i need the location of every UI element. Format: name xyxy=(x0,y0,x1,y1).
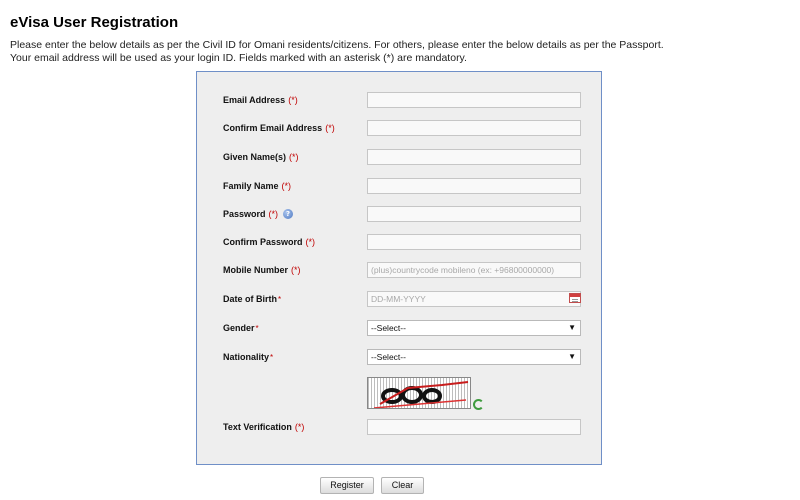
family-name-label: Family Name (*) xyxy=(223,181,291,191)
required-marker: (*) xyxy=(305,237,316,247)
dob-field[interactable] xyxy=(367,291,581,307)
password-row: Password (*) ? xyxy=(197,206,601,224)
intro-line-2: Your email address will be used as your … xyxy=(10,51,467,64)
required-marker: (*) xyxy=(288,95,298,105)
dropdown-arrow-icon: ▼ xyxy=(568,352,576,361)
registration-form: Email Address (*) Confirm Email Address (*… xyxy=(196,71,602,465)
given-name-label-text: Given Name(s) xyxy=(223,152,287,162)
mobile-field[interactable] xyxy=(367,262,581,278)
required-star: * xyxy=(270,352,274,362)
email-label-text: Email Address xyxy=(223,95,286,105)
confirm-email-field[interactable] xyxy=(367,120,581,136)
confirm-email-row: Confirm Email Address (*) xyxy=(197,120,601,138)
gender-selected-value: --Select-- xyxy=(371,323,406,333)
gender-select[interactable]: --Select-- ▼ xyxy=(367,320,581,336)
dropdown-arrow-icon: ▼ xyxy=(568,323,576,332)
nationality-label: Nationality * xyxy=(223,352,273,362)
intro-text: Please enter the below details as per th… xyxy=(10,39,664,64)
dob-label: Date of Birth * xyxy=(223,294,281,304)
captcha-image xyxy=(367,377,471,409)
given-name-row: Given Name(s) (*) xyxy=(197,149,601,167)
page-title: eVisa User Registration xyxy=(10,14,179,31)
text-verification-field[interactable] xyxy=(367,419,581,435)
dob-label-text: Date of Birth xyxy=(223,294,277,304)
required-marker: (*) xyxy=(294,422,305,432)
nationality-label-text: Nationality xyxy=(223,352,270,362)
family-name-row: Family Name (*) xyxy=(197,178,601,196)
password-label: Password (*) ? xyxy=(223,209,294,219)
refresh-captcha-icon[interactable] xyxy=(473,399,484,410)
required-star: * xyxy=(278,294,282,304)
family-name-field[interactable] xyxy=(367,178,581,194)
gender-label-text: Gender xyxy=(223,323,255,333)
confirm-password-label-text: Confirm Password xyxy=(223,237,303,247)
register-button[interactable]: Register xyxy=(320,477,374,494)
intro-line-1: Please enter the below details as per th… xyxy=(10,39,664,51)
text-verification-label-text: Text Verification xyxy=(223,422,292,432)
clear-button[interactable]: Clear xyxy=(381,477,424,494)
password-field[interactable] xyxy=(367,206,581,222)
captcha-glyphs xyxy=(373,381,469,408)
given-name-field[interactable] xyxy=(367,149,581,165)
dob-row: Date of Birth * xyxy=(197,291,601,309)
confirm-password-field[interactable] xyxy=(367,234,581,250)
mobile-row: Mobile Number (*) xyxy=(197,262,601,280)
calendar-icon[interactable] xyxy=(569,293,581,303)
text-verification-row: Text Verification (*) xyxy=(197,419,601,437)
mobile-label-text: Mobile Number xyxy=(223,265,289,275)
gender-label: Gender * xyxy=(223,323,259,333)
confirm-email-label: Confirm Email Address (*) xyxy=(223,123,335,133)
required-marker: (*) xyxy=(291,265,301,275)
nationality-selected-value: --Select-- xyxy=(371,352,406,362)
required-marker: (*) xyxy=(268,209,279,219)
gender-row: Gender * --Select-- ▼ xyxy=(197,320,601,338)
confirm-email-label-text: Confirm Email Address xyxy=(223,123,323,133)
confirm-password-label: Confirm Password (*) xyxy=(223,237,315,247)
nationality-select[interactable]: --Select-- ▼ xyxy=(367,349,581,365)
text-verification-label: Text Verification (*) xyxy=(223,422,304,432)
question-icon[interactable]: ? xyxy=(283,209,294,219)
confirm-password-row: Confirm Password (*) xyxy=(197,234,601,252)
nationality-row: Nationality * --Select-- ▼ xyxy=(197,349,601,367)
password-label-text: Password xyxy=(223,209,266,219)
required-marker: (*) xyxy=(281,181,292,191)
given-name-label: Given Name(s) (*) xyxy=(223,152,299,162)
required-marker: (*) xyxy=(325,123,335,133)
email-label: Email Address (*) xyxy=(223,95,298,105)
email-field[interactable] xyxy=(367,92,581,108)
family-name-label-text: Family Name xyxy=(223,181,279,191)
required-marker: (*) xyxy=(289,152,299,162)
required-star: * xyxy=(255,323,259,333)
mobile-label: Mobile Number (*) xyxy=(223,265,301,275)
email-row: Email Address (*) xyxy=(197,92,601,110)
